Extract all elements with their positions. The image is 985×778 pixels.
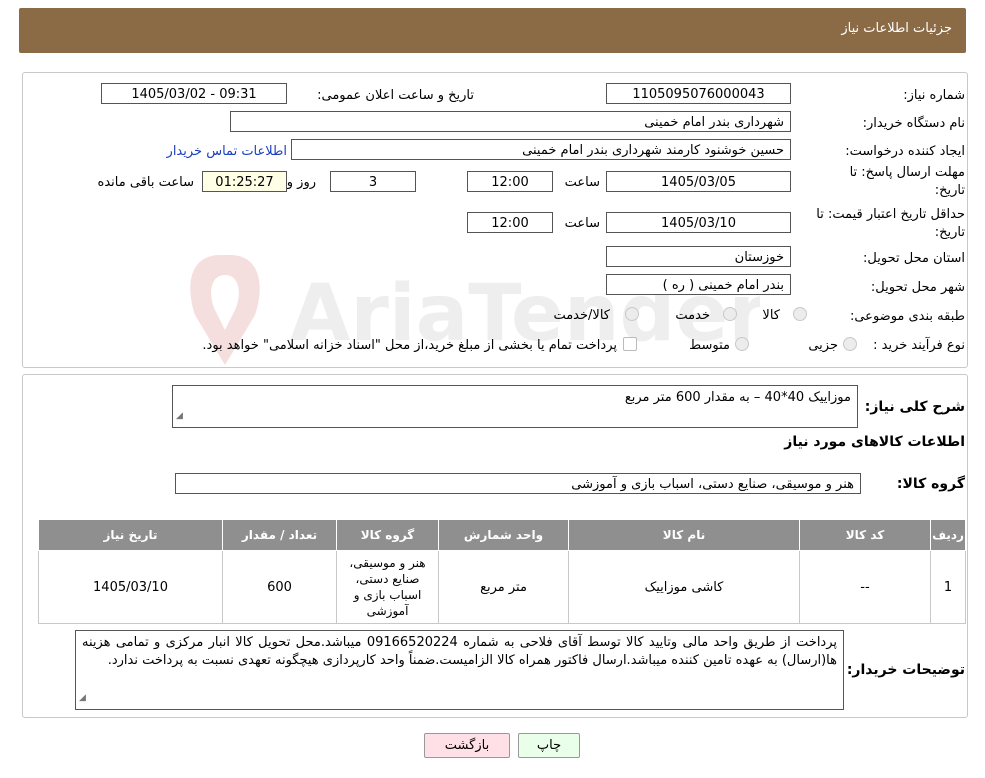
- need-number-field: 1105095076000043: [606, 83, 791, 104]
- need-number-label: شماره نیاز:: [903, 88, 965, 103]
- items-info-heading: اطلاعات کالاهای مورد نیاز: [784, 434, 965, 450]
- reply-deadline-label: مهلت ارسال پاسخ: تا: [849, 165, 965, 180]
- col-quantity-header: تعداد / مقدار: [222, 519, 337, 551]
- resize-handle-icon[interactable]: ◢: [176, 407, 183, 425]
- requester-field: حسین خوشنود کارمند شهرداری بندر امام خمی…: [291, 139, 791, 160]
- buyer-org-field: شهرداری بندر امام خمینی: [230, 111, 791, 132]
- unit-cell: متر مربع: [438, 550, 569, 624]
- items-table-header: ردیف کد کالا نام کالا واحد شمارش گروه کا…: [38, 519, 966, 551]
- table-row: 1 -- کاشی موزاییک متر مربع هنر و موسیقی،…: [38, 550, 966, 624]
- general-desc-field: موزاییک 40*40 – به مقدار 600 متر مربع ◢: [172, 385, 858, 428]
- process-minor-label: جزیی: [808, 338, 838, 353]
- col-row-header: ردیف: [930, 519, 966, 551]
- city-label: شهر محل تحویل:: [870, 280, 965, 295]
- days-field: 3: [330, 171, 416, 192]
- reply-time-label: ساعت: [564, 175, 600, 190]
- validity-time-field: 12:00: [467, 212, 553, 233]
- category-goods-service-radio[interactable]: [625, 307, 639, 321]
- category-goods-label: کالا: [762, 308, 780, 323]
- category-label: طبقه بندی موضوعی:: [849, 309, 965, 324]
- col-code-header: کد کالا: [799, 519, 931, 551]
- process-medium-label: متوسط: [689, 338, 730, 353]
- remaining-time-field: 01:25:27: [202, 171, 287, 192]
- back-button[interactable]: بازگشت: [424, 733, 510, 758]
- city-field: بندر امام خمینی ( ره ): [606, 274, 791, 295]
- days-label: روز و: [286, 175, 316, 190]
- buyer-notes-label: توضیحات خریدار:: [846, 662, 965, 678]
- treasury-docs-checkbox[interactable]: [623, 337, 637, 351]
- announce-datetime-field: 1405/03/02 - 09:31: [101, 83, 287, 104]
- province-field: خوزستان: [606, 246, 791, 267]
- need-date-cell: 1405/03/10: [38, 550, 223, 624]
- page-header: جزئیات اطلاعات نیاز: [19, 8, 966, 53]
- col-group-header: گروه کالا: [336, 519, 439, 551]
- items-table: ردیف کد کالا نام کالا واحد شمارش گروه کا…: [38, 519, 966, 624]
- goods-group-field: هنر و موسیقی، صنایع دستی، اسباب بازی و آ…: [175, 473, 861, 494]
- province-label: استان محل تحویل:: [863, 251, 965, 266]
- quantity-cell: 600: [222, 550, 337, 624]
- remaining-time-label: ساعت باقی مانده: [97, 175, 194, 190]
- general-desc-label: شرح کلی نیاز:: [864, 399, 965, 415]
- goods-code-cell: --: [799, 550, 931, 624]
- print-button[interactable]: چاپ: [518, 733, 580, 758]
- col-unit-header: واحد شمارش: [438, 519, 569, 551]
- category-goods-service-label: کالا/خدمت: [553, 308, 610, 323]
- category-goods-radio[interactable]: [793, 307, 807, 321]
- buyer-notes-field: پرداخت از طریق واحد مالی وتایید کالا توس…: [75, 630, 844, 710]
- buyer-contact-link[interactable]: اطلاعات تماس خریدار: [167, 144, 287, 159]
- reply-deadline-label-2: تاریخ:: [934, 183, 965, 198]
- row-number-cell: 1: [930, 550, 966, 624]
- category-service-label: خدمت: [675, 308, 710, 323]
- process-type-label: نوع فرآیند خرید :: [873, 338, 965, 353]
- process-medium-radio[interactable]: [735, 337, 749, 351]
- page-title: جزئیات اطلاعات نیاز: [841, 21, 952, 36]
- category-service-radio[interactable]: [723, 307, 737, 321]
- requester-label: ایجاد کننده درخواست:: [845, 144, 965, 159]
- treasury-docs-note: پرداخت تمام یا بخشی از مبلغ خرید،از محل …: [202, 338, 617, 353]
- general-desc-text: موزاییک 40*40 – به مقدار 600 متر مربع: [624, 390, 851, 405]
- buyer-org-label: نام دستگاه خریدار:: [862, 116, 965, 131]
- reply-time-field: 12:00: [467, 171, 553, 192]
- process-minor-radio[interactable]: [843, 337, 857, 351]
- validity-time-label: ساعت: [564, 216, 600, 231]
- price-validity-label-2: تاریخ:: [934, 225, 965, 240]
- price-validity-label: حداقل تاریخ اعتبار قیمت: تا: [816, 207, 965, 222]
- buyer-notes-text: پرداخت از طریق واحد مالی وتایید کالا توس…: [82, 635, 838, 668]
- resize-handle-icon[interactable]: ◢: [79, 689, 86, 707]
- announce-datetime-label: تاریخ و ساعت اعلان عمومی:: [317, 88, 474, 103]
- col-date-header: تاریخ نیاز: [38, 519, 223, 551]
- reply-date-field: 1405/03/05: [606, 171, 791, 192]
- col-name-header: نام کالا: [568, 519, 800, 551]
- validity-date-field: 1405/03/10: [606, 212, 791, 233]
- goods-name-cell: کاشی موزاییک: [568, 550, 800, 624]
- goods-group-label: گروه کالا:: [896, 476, 965, 492]
- goods-group-cell: هنر و موسیقی، صنایع دستی، اسباب بازی و آ…: [336, 550, 439, 624]
